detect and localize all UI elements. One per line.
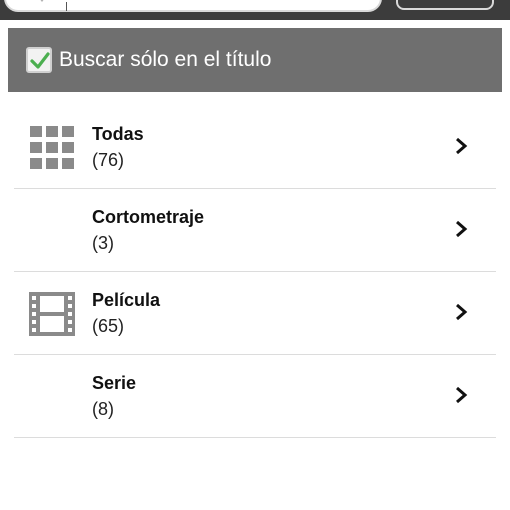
item-title: Serie	[92, 373, 137, 393]
list-item-pelicula[interactable]: Película (65)	[14, 272, 496, 355]
item-count: (76)	[92, 150, 125, 170]
chevron-right-icon	[456, 386, 468, 404]
item-title: Película	[92, 290, 161, 310]
list-item-cortometraje[interactable]: Cortometraje (3)	[14, 189, 496, 272]
list-item-serie[interactable]: Serie (8)	[14, 355, 496, 438]
title-only-label: Buscar sólo en el título	[59, 48, 272, 71]
title-filter-bar: Buscar sólo en el título	[8, 28, 502, 92]
item-title: Todas	[92, 124, 144, 144]
item-count: (3)	[92, 233, 114, 253]
film-icon	[29, 292, 75, 336]
list-item-todas[interactable]: Todas (76)	[14, 106, 496, 189]
chevron-right-icon	[456, 137, 468, 155]
search-input[interactable]	[4, 0, 382, 12]
search-action-button[interactable]	[396, 0, 494, 10]
checkmark-icon	[30, 52, 50, 69]
item-count: (65)	[92, 316, 125, 336]
category-list: Todas (76) Cortometraje (3) Película (65…	[14, 106, 496, 438]
chevron-right-icon	[456, 303, 468, 321]
top-bar	[0, 0, 510, 20]
item-title: Cortometraje	[92, 207, 205, 227]
chevron-right-icon	[456, 220, 468, 238]
search-icon	[40, 0, 44, 2]
text-cursor	[66, 2, 67, 11]
title-only-checkbox[interactable]	[26, 47, 52, 73]
grid-icon	[30, 126, 74, 169]
item-count: (8)	[92, 399, 114, 419]
